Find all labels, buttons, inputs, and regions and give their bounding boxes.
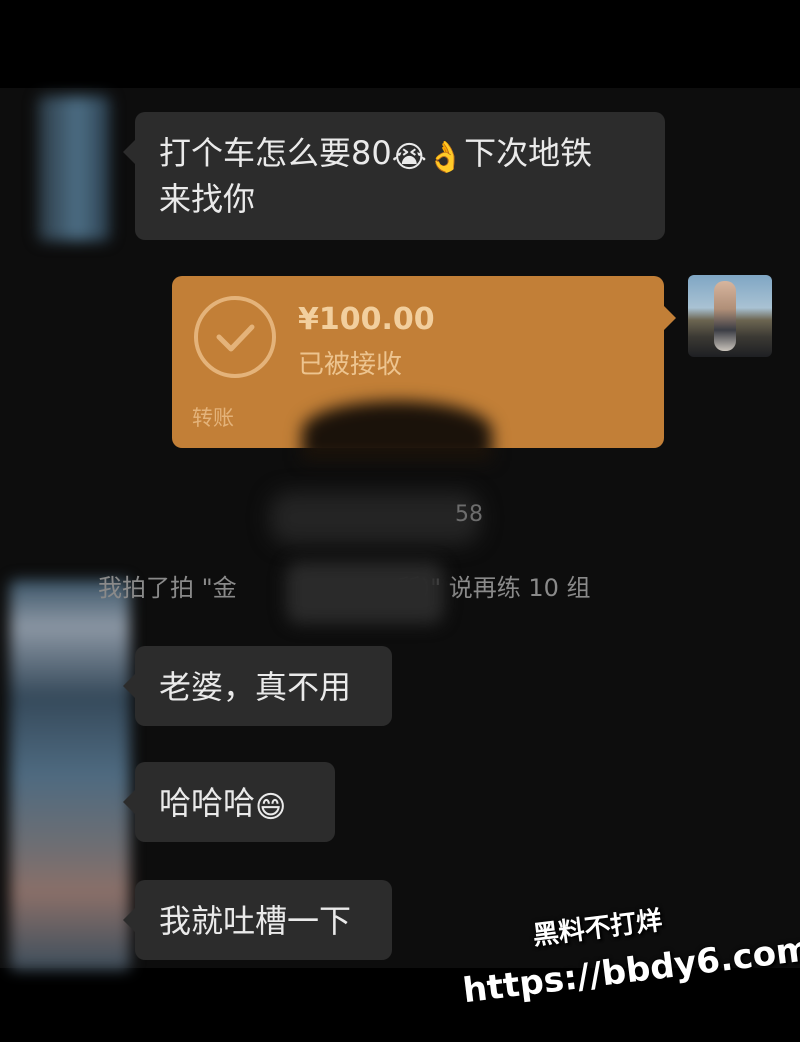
transfer-amount: ¥100.00	[298, 302, 435, 337]
message-text: 我就吐槽一下	[159, 902, 352, 940]
transfer-status: 已被接收	[298, 350, 403, 380]
redaction-blur	[270, 492, 480, 544]
message-text: 下次地铁	[464, 134, 593, 172]
message-bubble[interactable]: 我就吐槽一下	[123, 880, 392, 960]
redaction-blur	[302, 401, 492, 461]
message-text: 哈哈哈	[159, 784, 256, 822]
message-text: 老婆，真不用	[159, 668, 352, 706]
self-avatar[interactable]	[688, 275, 772, 357]
message-bubble[interactable]: 老婆，真不用	[123, 646, 392, 726]
contact-avatar[interactable]	[38, 96, 110, 241]
pat-notice-text: 我拍了拍 "金	[98, 574, 237, 602]
ok-hand-icon: 👌	[426, 140, 465, 175]
avatar-figure	[714, 281, 736, 351]
redaction-blur	[286, 562, 444, 624]
message-bubble[interactable]: 哈哈哈😄	[123, 762, 335, 842]
transfer-label: 转账	[192, 406, 234, 430]
timestamp: 58	[455, 502, 483, 527]
contact-avatar-stack[interactable]	[10, 580, 130, 970]
message-text: 打个车怎么要80	[159, 134, 392, 172]
chat-screen: 打个车怎么要80😭👌下次地铁 来找你 ¥100.00 已被接收 转账 58 我拍…	[0, 0, 800, 1042]
grinning-face-icon: 😄	[255, 790, 287, 825]
message-bubble[interactable]: 打个车怎么要80😭👌下次地铁 来找你	[123, 112, 665, 240]
check-circle-icon	[194, 296, 276, 378]
message-text: 来找你	[159, 180, 256, 218]
transfer-card[interactable]: ¥100.00 已被接收 转账	[172, 276, 676, 461]
watermark-url: https://bbdy6.com	[460, 928, 800, 1012]
crying-face-icon: 😭	[391, 140, 427, 175]
